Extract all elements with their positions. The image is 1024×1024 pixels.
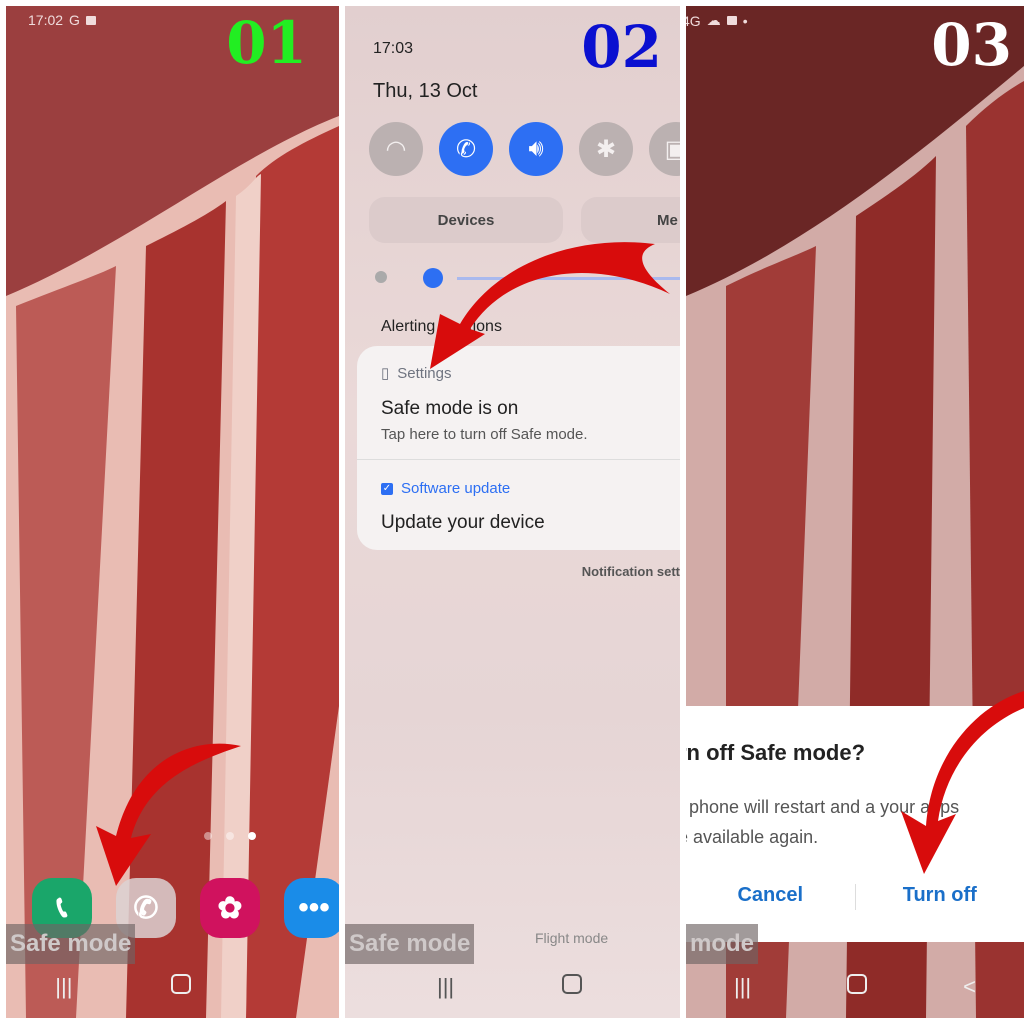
dialog-buttons: Cancel Turn off	[686, 884, 1024, 910]
wifi-calling-toggle[interactable]: ✆	[439, 122, 493, 176]
bluetooth-icon: ✱	[595, 135, 617, 163]
notification-app-settings: ▯ Settings	[381, 364, 452, 383]
notification-settings-link[interactable]: Notification sett	[582, 564, 680, 579]
turn-off-safe-mode-dialog: rn off Safe mode? ur phone will restart …	[686, 706, 1024, 942]
dialog-body-line: be available again.	[686, 827, 819, 847]
gallery-app[interactable]: ✿	[200, 878, 260, 938]
brightness-icon	[375, 271, 387, 283]
notification-dot-icon: •	[742, 12, 748, 29]
step-number: 03	[931, 11, 1012, 79]
safe-mode-badge: Safe mode	[345, 924, 475, 964]
message-icon: •••	[298, 891, 330, 924]
devices-button[interactable]: Devices	[369, 197, 563, 243]
weather-icon: ☁	[706, 12, 721, 28]
status-bar: 4G ☁ •	[686, 12, 748, 29]
brightness-handle[interactable]	[423, 268, 443, 288]
settings-device-icon: ▯	[381, 365, 390, 382]
network-indicator: G	[69, 12, 80, 28]
step-1-home-screen: 17:02 G 01 📞︎ ✆ ✿ ••• Safe mode |||	[6, 6, 339, 1018]
notification-app-name: Software update	[401, 480, 511, 497]
step-3-turn-off-dialog: 4G ☁ • 03 rn off Safe mode? ur phone wil…	[686, 6, 1024, 1018]
brightness-slider[interactable]	[375, 268, 680, 288]
messages-app[interactable]: •••	[284, 878, 339, 938]
recents-button[interactable]: |||	[55, 974, 72, 1000]
media-button[interactable]: Me	[581, 197, 680, 243]
turn-off-button[interactable]: Turn off	[856, 884, 1024, 910]
home-button[interactable]	[171, 974, 192, 994]
status-bar: 17:02 G	[28, 12, 96, 28]
safe-mode-badge: mode	[686, 924, 759, 964]
dialog-title: rn off Safe mode?	[686, 740, 866, 765]
quick-settings-tiles: ◠ ✆ 🔊︎ ✱ ▣	[369, 122, 680, 176]
navigation-bar: |||	[345, 974, 680, 1000]
dialog-body: ur phone will restart and a your apps be…	[686, 792, 1024, 852]
flower-icon: ✿	[217, 891, 243, 925]
checkbox-icon: ✓	[381, 482, 393, 495]
clock: 17:03	[373, 40, 414, 57]
navigation-bar: ||| <	[686, 974, 1024, 1000]
network-indicator: 4G	[686, 12, 701, 29]
home-button[interactable]	[847, 974, 868, 994]
whatsapp-icon: ✆	[133, 891, 159, 925]
safe-mode-badge: Safe mode	[6, 924, 136, 964]
home-button[interactable]	[562, 974, 583, 994]
phone-icon: 📞︎	[56, 891, 68, 924]
gallery-icon	[726, 16, 737, 25]
alerting-notifications-header: Alerting ifications	[381, 318, 502, 335]
recents-button[interactable]: |||	[734, 974, 751, 1000]
sound-toggle[interactable]: 🔊︎	[509, 122, 563, 176]
wifi-calling-icon: ✆	[455, 135, 477, 163]
divider	[357, 459, 680, 460]
page-dot[interactable]	[204, 832, 212, 840]
page-indicator	[204, 832, 256, 840]
page-dot-active[interactable]	[248, 832, 256, 840]
rotate-icon: ▣	[664, 135, 680, 163]
flight-mode-label[interactable]: Flight mode	[535, 930, 608, 946]
notification-title: Update your device	[381, 512, 545, 533]
wifi-toggle[interactable]: ◠	[369, 122, 423, 176]
brightness-track[interactable]	[457, 277, 680, 280]
dialog-body-line: ur phone will restart and a your apps	[686, 797, 960, 817]
date: Thu, 13 Oct	[373, 80, 478, 102]
step-2-notification-panel: 17:03 Thu, 13 Oct 02 ◠ ✆ 🔊︎ ✱ ▣ Devices …	[345, 6, 680, 1018]
step-number: 01	[226, 9, 307, 77]
wallpaper	[6, 6, 339, 1018]
page-dot[interactable]	[226, 832, 234, 840]
wifi-icon: ◠	[385, 135, 407, 163]
cancel-button[interactable]: Cancel	[686, 884, 855, 910]
notification-body: Tap here to turn off Safe mode.	[381, 426, 588, 443]
clock: 17:02	[28, 12, 64, 28]
sound-icon: 🔊︎	[528, 135, 544, 162]
notification-card: ▯ Settings Safe mode is on Tap here to t…	[357, 346, 680, 550]
rotate-toggle[interactable]: ▣	[649, 122, 680, 176]
recents-button[interactable]: |||	[437, 974, 454, 1000]
step-number: 02	[581, 13, 662, 81]
gallery-icon	[85, 15, 96, 25]
back-button[interactable]: <	[963, 974, 976, 1000]
notification-title: Safe mode is on	[381, 398, 519, 419]
notification-app-name: Settings	[397, 364, 452, 382]
notification-app-software-update: ✓ Software update	[381, 480, 510, 497]
navigation-bar: |||	[6, 974, 339, 1000]
bluetooth-toggle[interactable]: ✱	[579, 122, 633, 176]
